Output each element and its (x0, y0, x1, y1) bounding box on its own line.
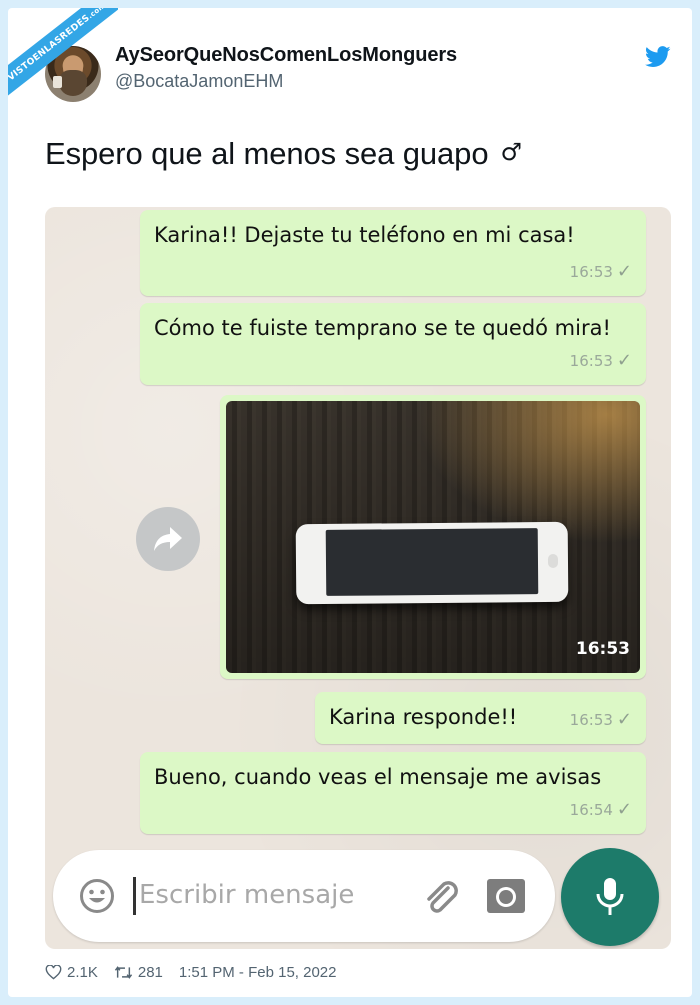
single-check-icon: ✓ (616, 350, 632, 371)
heart-icon (45, 965, 62, 980)
microphone-icon (596, 878, 624, 915)
phone-photo[interactable]: 16:53 (226, 401, 640, 673)
message-time: 16:53 (569, 263, 613, 281)
watermark-ribbon: VISTOENLASREDES.com (8, 8, 118, 118)
message-text: Cómo te fuiste temprano se te quedó mira… (154, 316, 611, 340)
single-check-icon: ✓ (616, 261, 632, 282)
message-bubble: Cómo te fuiste temprano se te quedó mira… (140, 303, 646, 385)
message-text: Karina responde!! (329, 705, 518, 729)
forward-icon (154, 527, 182, 551)
like-count: 2.1K (67, 964, 98, 981)
author-handle[interactable]: @BocataJamonEHM (115, 71, 283, 92)
tweet-timestamp[interactable]: 1:51 PM - Feb 15, 2022 (179, 964, 337, 981)
twitter-bird-icon[interactable] (645, 46, 671, 68)
message-time: 16:54 (569, 801, 613, 819)
message-time: 16:53 (569, 711, 613, 729)
microphone-button[interactable] (561, 848, 659, 946)
message-bubble: Karina!! Dejaste tu teléfono en mi casa!… (140, 210, 646, 296)
image-message[interactable]: 16:53 (220, 395, 646, 679)
message-text: Bueno, cuando veas el mensaje me avisas (154, 765, 602, 789)
tweet-text: Espero que al menos sea guapo ♂ (45, 136, 522, 172)
forward-button[interactable] (136, 507, 200, 571)
like-button[interactable]: 2.1K (45, 964, 98, 981)
message-bubble: Karina responde!! 16:53 ✓ (315, 692, 646, 744)
message-time: 16:53 (569, 352, 613, 370)
phone-image (295, 521, 569, 605)
retweet-icon (114, 966, 132, 979)
text-cursor (133, 877, 136, 915)
paperclip-icon[interactable] (418, 874, 462, 918)
watermark-suffix: .com (86, 8, 108, 21)
message-input[interactable]: Escribir mensaje (139, 880, 354, 910)
message-input-bar[interactable]: Escribir mensaje (53, 850, 555, 942)
camera-icon[interactable] (485, 876, 527, 916)
message-time: 16:53 (575, 639, 630, 659)
tweet-body: Espero que al menos sea guapo (45, 136, 489, 171)
emoji-icon[interactable] (79, 878, 115, 914)
male-sign-emoji: ♂ (500, 138, 522, 166)
retweet-count: 281 (137, 964, 163, 981)
single-check-icon: ✓ (616, 799, 632, 820)
message-text: Karina!! Dejaste tu teléfono en mi casa! (154, 223, 575, 247)
chat-screenshot[interactable]: Karina!! Dejaste tu teléfono en mi casa!… (45, 207, 671, 949)
tweet-card: VISTOENLASREDES.com AySeorQueNosComenLos… (8, 8, 692, 997)
watermark-text: VISTOENLASREDES (8, 13, 92, 84)
tweet-footer: 2.1K 281 1:51 PM - Feb 15, 2022 (45, 964, 353, 981)
message-bubble: Bueno, cuando veas el mensaje me avisas … (140, 752, 646, 834)
author-name[interactable]: AySeorQueNosComenLosMonguers (115, 44, 457, 67)
single-check-icon: ✓ (616, 709, 632, 730)
retweet-button[interactable]: 281 (114, 964, 163, 981)
